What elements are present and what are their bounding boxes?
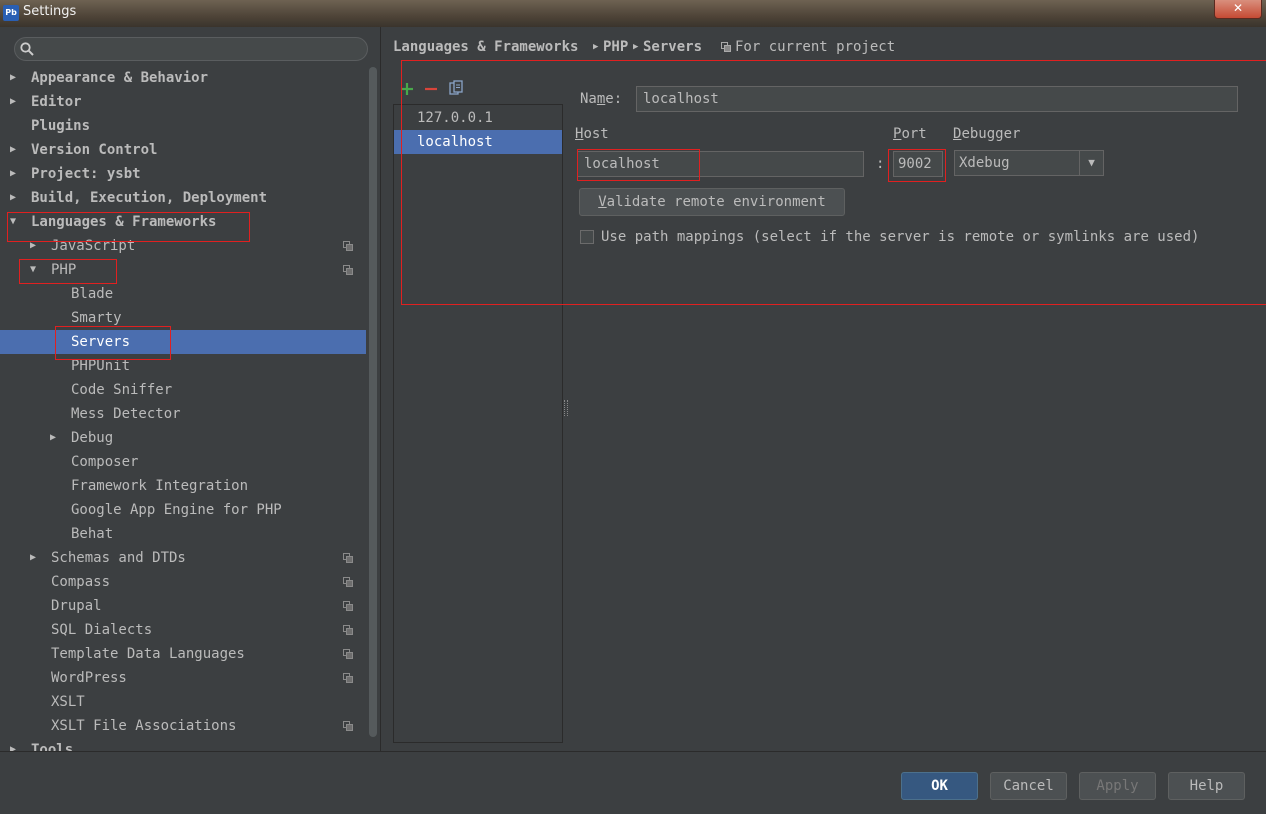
tree-item-composer[interactable]: Composer: [0, 450, 366, 474]
tree-item-label: Debug: [71, 430, 114, 446]
sidebar-divider[interactable]: [380, 27, 381, 751]
project-scope-icon: [343, 553, 353, 563]
highlight-box: [55, 326, 171, 360]
tree-item-appearance-behavior[interactable]: ▶ Appearance & Behavior: [0, 66, 366, 90]
tree-item-sql-dialects[interactable]: SQL Dialects: [0, 618, 366, 642]
panel-splitter[interactable]: [564, 400, 568, 416]
tree-item-label: Compass: [51, 574, 111, 590]
tree-item-label: Appearance & Behavior: [31, 70, 209, 86]
tree-item-label: WordPress: [51, 670, 127, 686]
cancel-button[interactable]: Cancel: [990, 772, 1067, 800]
search-icon: [20, 42, 34, 56]
tree-item-blade[interactable]: Blade: [0, 282, 366, 306]
breadcrumb-scope: For current project: [735, 39, 896, 55]
tree-item-google-app-engine-for-php[interactable]: Google App Engine for PHP: [0, 498, 366, 522]
help-button[interactable]: Help: [1168, 772, 1245, 800]
chevron-right-icon[interactable]: ▶: [7, 162, 19, 186]
tree-item-plugins[interactable]: Plugins: [0, 114, 366, 138]
tree-item-label: Build, Execution, Deployment: [31, 190, 268, 206]
tree-item-label: Project: ysbt: [31, 166, 141, 182]
tree-item-label: Drupal: [51, 598, 102, 614]
chevron-right-icon[interactable]: ▶: [7, 738, 19, 751]
highlight-box: [7, 212, 250, 242]
tree-item-label: Tools: [31, 742, 74, 751]
tree-item-debug[interactable]: ▶ Debug: [0, 426, 366, 450]
tree-item-label: Composer: [71, 454, 139, 470]
highlight-box: [577, 149, 700, 181]
tree-item-code-sniffer[interactable]: Code Sniffer: [0, 378, 366, 402]
tree-item-framework-integration[interactable]: Framework Integration: [0, 474, 366, 498]
project-scope-icon: [343, 721, 353, 731]
sidebar-scrollbar[interactable]: [369, 67, 377, 737]
search-field[interactable]: [14, 37, 368, 61]
window-title: Settings: [23, 4, 77, 19]
tree-item-label: Editor: [31, 94, 82, 110]
chevron-right-icon[interactable]: ▶: [27, 546, 39, 570]
chevron-right-icon[interactable]: ▶: [7, 66, 19, 90]
chevron-right-icon[interactable]: ▶: [7, 138, 19, 162]
tree-item-label: Template Data Languages: [51, 646, 245, 662]
tree-item-template-data-languages[interactable]: Template Data Languages: [0, 642, 366, 666]
tree-item-xslt[interactable]: XSLT: [0, 690, 366, 714]
tree-item-label: XSLT: [51, 694, 85, 710]
tree-item-version-control[interactable]: ▶ Version Control: [0, 138, 366, 162]
project-scope-icon: [343, 241, 353, 251]
project-scope-icon: [343, 601, 353, 611]
title-bar: Pb Settings ✕: [0, 0, 1266, 27]
tree-item-label: Plugins: [31, 118, 91, 134]
project-scope-icon: [343, 577, 353, 587]
apply-button[interactable]: Apply: [1079, 772, 1156, 800]
project-scope-icon: [343, 625, 353, 635]
breadcrumb-separator-icon: ▶: [593, 42, 599, 52]
tree-item-xslt-file-associations[interactable]: XSLT File Associations: [0, 714, 366, 738]
highlight-box: [401, 60, 1266, 305]
breadcrumb-separator-icon: ▶: [633, 42, 639, 52]
tree-item-label: Schemas and DTDs: [51, 550, 186, 566]
tree-item-tools[interactable]: ▶ Tools: [0, 738, 366, 751]
project-scope-icon: [343, 673, 353, 683]
tree-item-editor[interactable]: ▶ Editor: [0, 90, 366, 114]
tree-item-drupal[interactable]: Drupal: [0, 594, 366, 618]
tree-item-label: Google App Engine for PHP: [71, 502, 282, 518]
highlight-box: [19, 259, 117, 284]
tree-item-label: SQL Dialects: [51, 622, 153, 638]
tree-item-label: Behat: [71, 526, 114, 542]
chevron-right-icon[interactable]: ▶: [7, 186, 19, 210]
tree-item-label: Code Sniffer: [71, 382, 173, 398]
tree-item-label: Mess Detector: [71, 406, 181, 422]
close-button[interactable]: ✕: [1214, 0, 1262, 19]
project-scope-icon: [343, 649, 353, 659]
tree-item-label: XSLT File Associations: [51, 718, 237, 734]
app-icon: Pb: [3, 5, 19, 21]
project-scope-icon: [343, 265, 353, 275]
highlight-box: [888, 149, 946, 182]
breadcrumb-php: PHP: [603, 39, 629, 55]
ok-button[interactable]: OK: [901, 772, 978, 800]
dialog-button-bar: OK Cancel Apply Help: [0, 751, 1266, 814]
tree-item-wordpress[interactable]: WordPress: [0, 666, 366, 690]
settings-sidebar: ▶ Appearance & Behavior ▶ Editor Plugins ▶ Ver…: [0, 27, 380, 751]
chevron-right-icon[interactable]: ▶: [47, 426, 59, 450]
breadcrumb-languages-frameworks: Languages & Frameworks: [393, 39, 579, 55]
tree-item-mess-detector[interactable]: Mess Detector: [0, 402, 366, 426]
tree-item-compass[interactable]: Compass: [0, 570, 366, 594]
breadcrumb-servers: Servers: [643, 39, 703, 55]
tree-item-build-execution-deployment[interactable]: ▶ Build, Execution, Deployment: [0, 186, 366, 210]
project-scope-icon: [721, 42, 731, 52]
tree-item-schemas-and-dtds[interactable]: ▶ Schemas and DTDs: [0, 546, 366, 570]
tree-item-label: Framework Integration: [71, 478, 249, 494]
tree-item-project-ysbt[interactable]: ▶ Project: ysbt: [0, 162, 366, 186]
tree-item-label: Blade: [71, 286, 114, 302]
chevron-right-icon[interactable]: ▶: [7, 90, 19, 114]
tree-item-behat[interactable]: Behat: [0, 522, 366, 546]
tree-item-label: Version Control: [31, 142, 158, 158]
